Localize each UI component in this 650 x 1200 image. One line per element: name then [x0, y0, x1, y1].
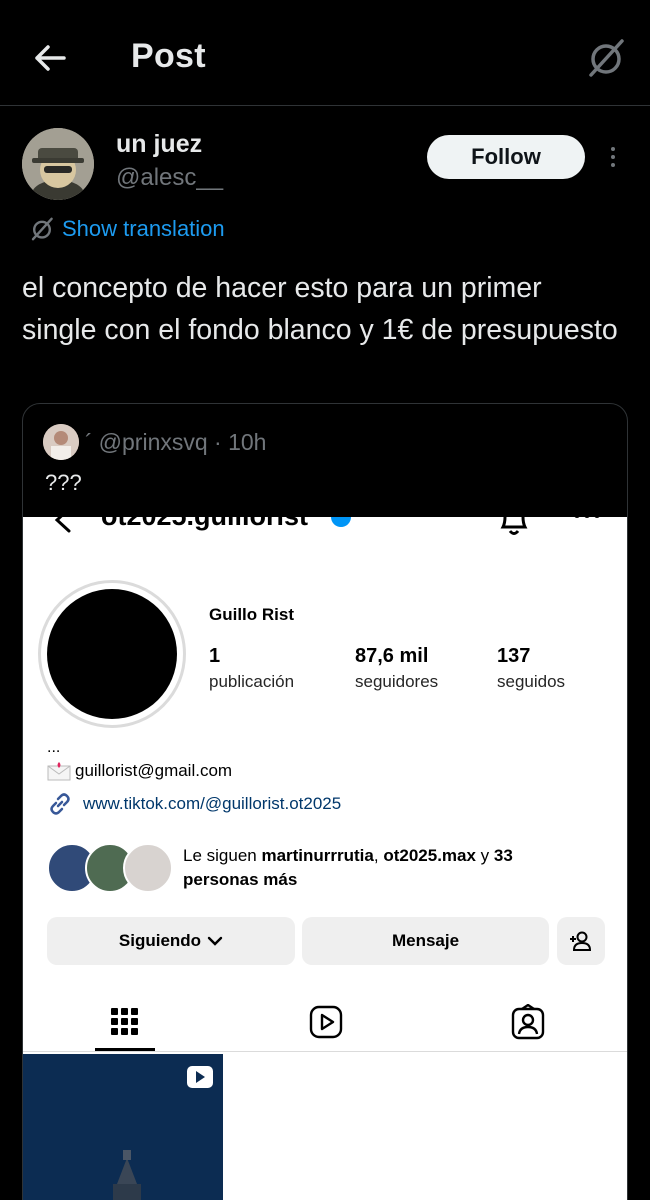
show-translation-link[interactable]: Show translation: [30, 216, 225, 242]
ig-link: www.tiktok.com/@guillorist.ot2025: [47, 791, 341, 817]
quote-media-image[interactable]: ot2025.guillorist Guillo Rist 1 publicac…: [23, 517, 627, 1200]
quote-header: ´ @prinxsvq · 10h: [43, 424, 266, 460]
ig-following-button: Siguiendo: [47, 917, 295, 965]
ig-follower-avatars: [47, 843, 173, 893]
envelope-icon: [47, 762, 71, 781]
ig-stat-posts: 1 publicación: [209, 645, 295, 691]
ig-stat-following: 137 seguidos: [497, 645, 566, 691]
grok-icon: [31, 217, 53, 241]
author-handle[interactable]: @alesc__: [116, 164, 223, 192]
page-title: Post: [131, 37, 206, 75]
verified-badge-icon: [331, 517, 351, 527]
active-tab-indicator: [95, 1048, 155, 1051]
follow-button[interactable]: Follow: [427, 135, 585, 179]
chevron-down-icon: [207, 936, 223, 946]
ig-more-icon: [574, 517, 600, 518]
quote-author-name: ´: [85, 428, 93, 455]
ig-post-thumbnail: [23, 1054, 223, 1200]
tagged-icon: [498, 1000, 558, 1044]
ig-username: ot2025.guillorist: [101, 517, 308, 532]
author-name[interactable]: un juez: [116, 130, 202, 159]
ig-followed-by: Le siguen martinurrrutia, ot2025.max y 3…: [47, 843, 583, 893]
ig-stat-followers: 87,6 mil seguidores: [355, 645, 439, 691]
more-options-icon[interactable]: [600, 140, 626, 174]
ig-bell-icon: [500, 517, 528, 535]
link-icon: [50, 793, 70, 815]
ig-profile-picture: [38, 580, 186, 728]
author-avatar[interactable]: [22, 128, 94, 200]
ig-back-icon: [54, 517, 71, 533]
back-arrow-icon[interactable]: [30, 38, 70, 78]
grok-icon[interactable]: [584, 36, 628, 80]
ig-message-button: Mensaje: [302, 917, 549, 965]
ig-bio-dots: ...: [47, 739, 61, 756]
ig-top-bar: ot2025.guillorist: [23, 517, 627, 541]
top-bar: Post: [0, 0, 650, 106]
reels-icon: [296, 1000, 356, 1044]
quote-text: ???: [45, 470, 82, 495]
ig-display-name: Guillo Rist: [209, 605, 294, 624]
grid-icon: [95, 1000, 155, 1044]
quote-avatar: [43, 424, 79, 460]
ig-tabs: [23, 992, 627, 1052]
quoted-post[interactable]: ´ @prinxsvq · 10h ??? ot2025.guillorist …: [22, 403, 628, 1200]
add-person-icon: [557, 917, 605, 965]
post-text: el concepto de hacer esto para un primer…: [22, 272, 618, 346]
ig-email: guillorist@gmail.com: [47, 761, 232, 781]
show-translation-label: Show translation: [62, 216, 225, 241]
quote-handle-time: @prinxsvq · 10h: [98, 428, 267, 455]
ig-followed-by-text: Le siguen martinurrrutia, ot2025.max y 3…: [183, 846, 513, 889]
